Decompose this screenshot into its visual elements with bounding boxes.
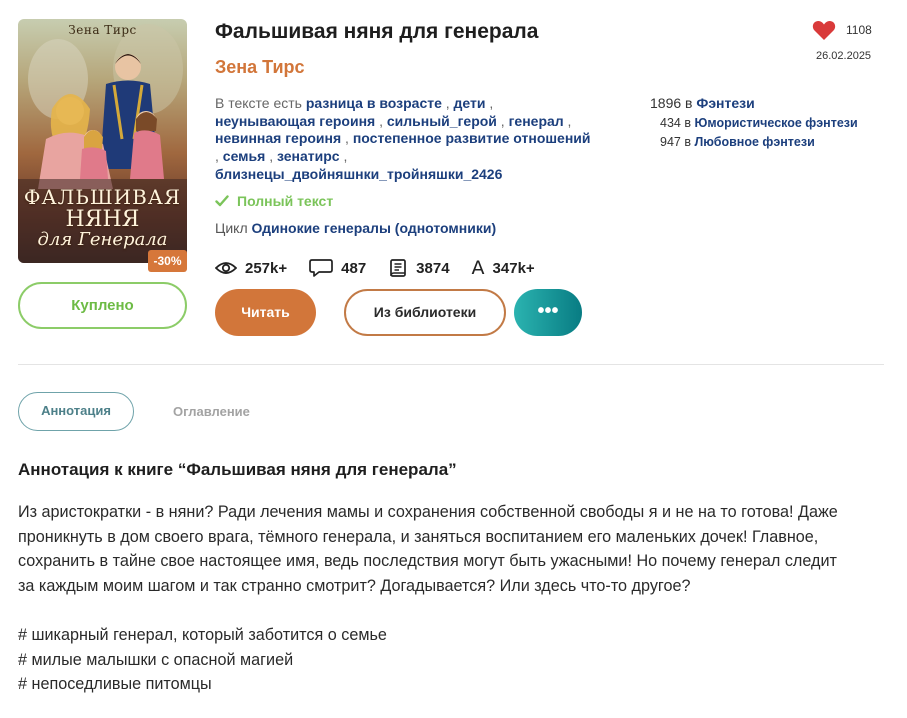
more-options-button[interactable]: ••• [514,289,582,336]
views-count: 257k+ [245,259,288,277]
cover-title-line3: для Генерала [37,229,168,251]
full-text-status: Полный текст [215,193,333,209]
eye-icon [215,262,237,274]
tag-link[interactable]: зенатирс [277,148,340,164]
tag-link[interactable]: разница в возрасте [306,95,442,111]
ranks-block: 1896 в Фэнтези 434 в Юмористическое фэнт… [650,95,858,149]
discount-badge: -30% [148,250,187,272]
likes-count: 1108 [846,23,872,37]
likes: 1108 [812,19,872,41]
cover-title-line1: ФАЛЬШИВАЯ [23,185,182,209]
chars-stat: A 347k+ [472,257,535,279]
publish-date: 26.02.2025 [816,50,872,62]
annotation-line: Из аристократки - в няни? Ради лечения м… [18,503,838,521]
tag-link[interactable]: постепенное развитие отношений [353,130,591,146]
comment-icon [309,259,333,277]
rank-sub: 947 в Любовное фэнтези [660,135,858,149]
tab-contents[interactable]: Оглавление [173,392,250,431]
tag-link[interactable]: генерал [509,113,564,129]
book-icon [390,259,407,277]
annotation-hashtag: # непоседливые питомцы [18,675,212,694]
tag-link[interactable]: неунывающая героиня [215,113,375,129]
full-text-label: Полный текст [237,193,334,209]
bought-button[interactable]: Куплено [18,282,187,329]
annotation-line: сохранить в тайне свое настоящее имя, ве… [18,552,837,571]
annotation-hashtag: # шикарный генерал, который заботится о … [18,625,387,644]
comments-count: 487 [341,259,367,277]
rank-genre-link[interactable]: Фэнтези [696,95,754,111]
cycle-label: Цикл [215,220,248,236]
rank-position: 434 [660,116,681,130]
book-author-link[interactable]: Зена Тирс [215,57,305,78]
annotation-gap [18,598,888,623]
tags-label: В тексте есть [215,95,302,111]
rank-genre-link[interactable]: Юмористическое фэнтези [694,116,857,130]
comments-stat[interactable]: 487 [309,258,366,278]
tag-link[interactable]: дети [454,95,486,111]
cycle-link[interactable]: Одинокие генералы (однотомники) [252,220,497,236]
book-cover[interactable]: Зена Тирс ФАЛЬШИВАЯ НЯНЯ для Генерала [18,19,187,263]
tag-link[interactable]: сильный_герой [387,113,497,129]
tag-link[interactable]: невинная героиня [215,130,341,146]
rank-position: 947 [660,135,681,149]
tag-link[interactable]: семья [223,148,266,164]
tags-block: В тексте есть разница в возрасте , дети … [215,95,591,182]
letter-a-icon: A [471,257,485,279]
annotation-heading: Аннотация к книге “Фальшивая няня для ге… [18,460,457,479]
annotation-hashtag: # милые малышки с опасной магией [18,650,294,669]
rank-in: в [684,135,691,149]
cycle: Цикл Одинокие генералы (однотомники) [215,220,496,236]
cover-title: ФАЛЬШИВАЯ НЯНЯ для Генерала [18,187,187,250]
book-title: Фальшивая няня для генерала [215,20,539,43]
annotation-body: Из аристократки - в няни? Ради лечения м… [18,500,888,697]
rank-in: в [685,95,693,111]
rank-in: в [684,116,691,130]
pages-stat: 3874 [388,258,450,278]
cover-title-line2: НЯНЯ [65,207,140,232]
rank-main: 1896 в Фэнтези [650,95,858,111]
heart-icon[interactable] [812,19,836,41]
rank-genre-link[interactable]: Любовное фэнтези [694,135,814,149]
rank-sub: 434 в Юмористическое фэнтези [660,116,858,130]
tab-annotation[interactable]: Аннотация [18,392,134,431]
stats-row: 257k+ 487 3874 A 347k+ [215,257,557,279]
divider [18,364,884,365]
check-icon [215,195,229,207]
annotation-line: проникнуть в дом своего врага, тёмного г… [18,527,819,546]
read-button[interactable]: Читать [215,289,316,336]
cover-author: Зена Тирс [68,23,137,37]
annotation-line: за каждым моим шагом и так странно смотр… [18,576,691,595]
views-stat: 257k+ [215,260,287,277]
chars-count: 347k+ [492,259,535,277]
remove-from-library-button[interactable]: Из библиотеки [344,289,506,336]
tag-link[interactable]: близнецы_двойняшнки_тройняшки_2426 [215,166,502,182]
pages-count: 3874 [416,259,450,277]
rank-position: 1896 [650,95,682,111]
